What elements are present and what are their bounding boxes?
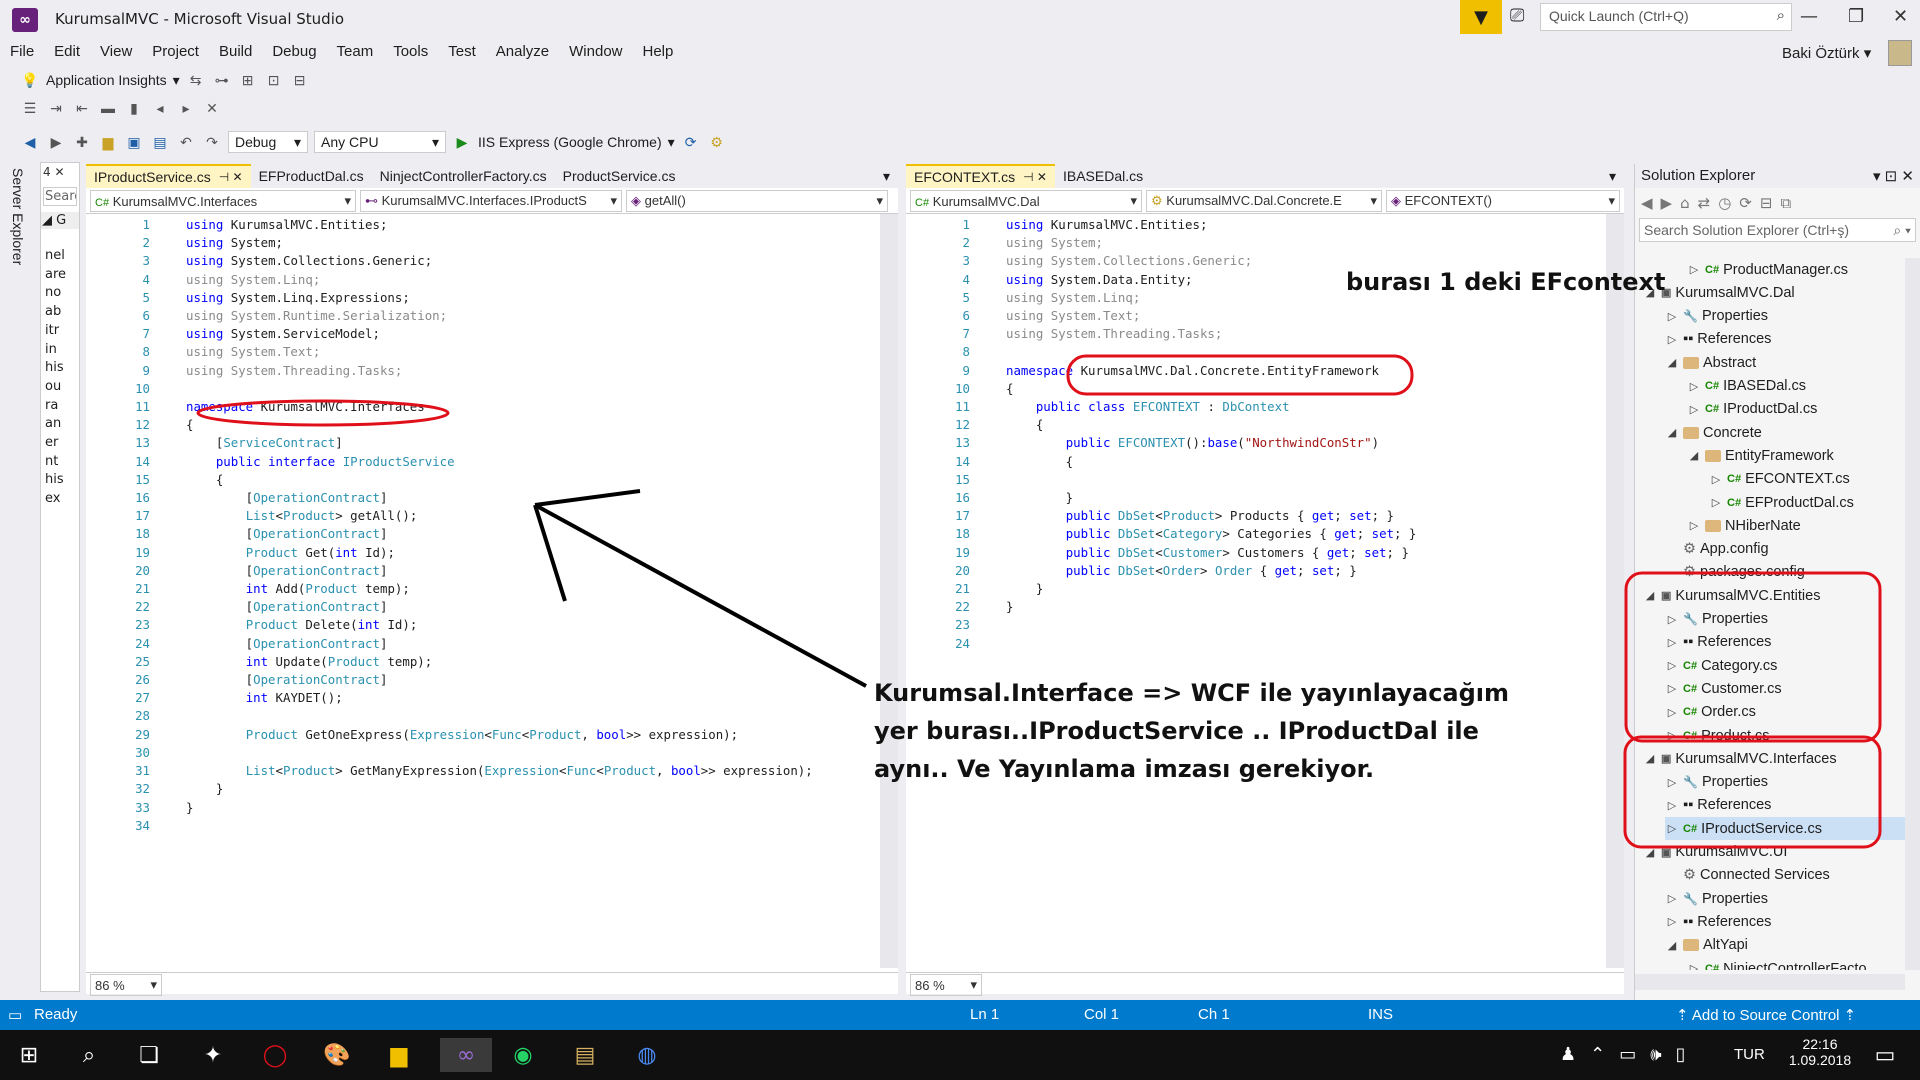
status-ready: Ready bbox=[34, 1006, 78, 1023]
paint-icon[interactable]: 🎨 bbox=[320, 1038, 354, 1072]
entities-project-highlight bbox=[1624, 571, 1882, 743]
status-col: Col 1 bbox=[1084, 1006, 1120, 1023]
taskbar: ⊞ ⌕ ❏ ✦ ◯ 🎨 ▆ ∞ ◉ ▤ ◍ ♟⌃▭🕪▯ TUR 22:16 1.0… bbox=[0, 1030, 1920, 1080]
interface-annotation: Kurumsal.Interface => WCF ile yayınlayac… bbox=[874, 679, 1510, 783]
status-ch: Ch 1 bbox=[1198, 1006, 1230, 1023]
language-indicator[interactable]: TUR bbox=[1734, 1046, 1765, 1063]
status-bar: ▭ Ready Ln 1 Col 1 Ch 1 INS ⇡ Add to Sou… bbox=[0, 1000, 1920, 1030]
tray-icons[interactable]: ♟⌃▭🕪▯ bbox=[1560, 1044, 1699, 1065]
visual-studio-icon[interactable]: ∞ bbox=[440, 1038, 492, 1072]
status-line: Ln 1 bbox=[970, 1006, 1000, 1023]
namespace-highlight-left bbox=[196, 399, 450, 427]
interfaces-project-highlight bbox=[1623, 735, 1882, 849]
file-explorer-icon[interactable]: ▆ bbox=[382, 1038, 416, 1072]
task-view-icon[interactable]: ❏ bbox=[132, 1038, 166, 1072]
arrow-shaft bbox=[534, 503, 867, 688]
arrow-head-top bbox=[534, 489, 641, 507]
search-icon[interactable]: ⌕ bbox=[72, 1038, 106, 1072]
chrome-icon[interactable]: ◍ bbox=[630, 1038, 664, 1072]
app-icon[interactable]: ✦ bbox=[196, 1038, 230, 1072]
opera-icon[interactable]: ◯ bbox=[258, 1038, 292, 1072]
app-icon[interactable]: ▤ bbox=[568, 1038, 602, 1072]
whatsapp-icon[interactable]: ◉ bbox=[506, 1038, 540, 1072]
status-ins: INS bbox=[1368, 1006, 1394, 1023]
namespace-highlight-right bbox=[1066, 354, 1414, 396]
efcontext-annotation: burası 1 deki EFcontext bbox=[1346, 268, 1666, 296]
windows-start-icon[interactable]: ⊞ bbox=[12, 1038, 46, 1072]
annotation-layer bbox=[196, 354, 1882, 849]
add-to-source-control-button[interactable]: ⇡ Add to Source Control ⇡ bbox=[1676, 1006, 1856, 1024]
notifications-icon[interactable]: ▭ bbox=[1868, 1038, 1902, 1072]
status-icon: ▭ bbox=[8, 1007, 23, 1024]
clock[interactable]: 22:16 1.09.2018 bbox=[1780, 1036, 1860, 1068]
